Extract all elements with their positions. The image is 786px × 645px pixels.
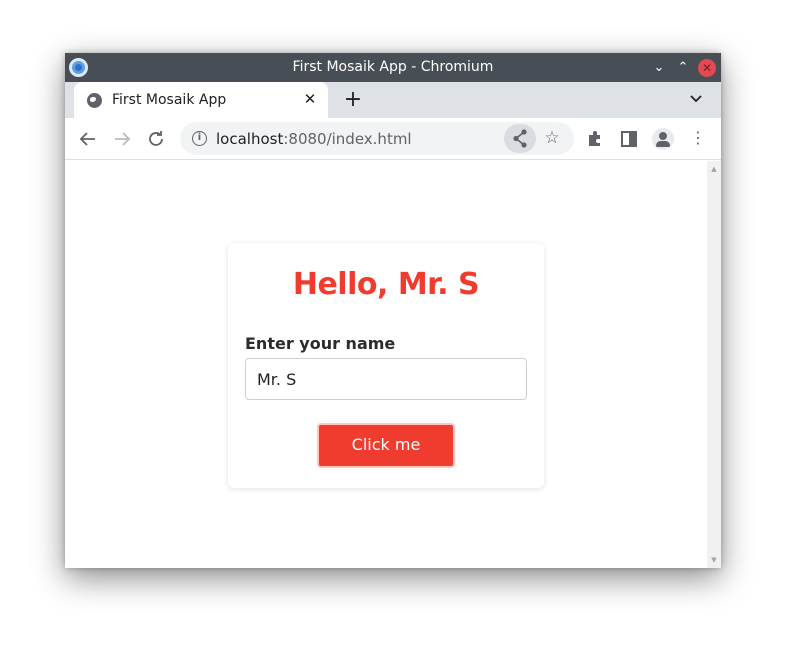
site-info-icon[interactable]: i	[192, 131, 207, 146]
share-icon	[513, 129, 527, 148]
globe-icon	[87, 93, 102, 108]
reload-button[interactable]	[144, 127, 168, 151]
forward-button[interactable]	[110, 127, 134, 151]
url-path: :8080/index.html	[283, 130, 412, 148]
tab-first-mosaik-app[interactable]: First Mosaik App ✕	[74, 82, 328, 118]
share-button[interactable]	[504, 124, 536, 153]
name-field-label: Enter your name	[245, 334, 396, 353]
greeting-heading: Hello, Mr. S	[292, 267, 480, 302]
page-viewport: Hello, Mr. S Enter your name Click me	[65, 161, 707, 568]
url-host: localhost	[216, 130, 284, 148]
vertical-scrollbar[interactable]: ▲ ▼	[707, 161, 721, 568]
address-bar[interactable]: i localhost:8080/index.html ☆	[180, 122, 574, 155]
minimize-button[interactable]: ⌄	[650, 59, 668, 77]
tab-label: First Mosaik App	[112, 92, 227, 108]
click-me-button[interactable]: Click me	[317, 423, 455, 468]
chevron-down-icon	[690, 95, 702, 103]
avatar-icon	[652, 128, 674, 150]
scroll-down-arrow-icon[interactable]: ▼	[707, 554, 721, 566]
browser-window: First Mosaik App - Chromium ⌄ ⌃ ✕ First …	[65, 53, 721, 568]
tab-close-button[interactable]: ✕	[300, 89, 320, 109]
window-title: First Mosaik App - Chromium	[292, 59, 494, 75]
back-button[interactable]	[76, 127, 100, 151]
profile-button[interactable]	[652, 128, 674, 150]
bookmark-star-button[interactable]: ☆	[542, 128, 562, 148]
browser-menu-button[interactable]: ⋮	[687, 128, 709, 150]
close-window-button[interactable]: ✕	[698, 59, 716, 77]
new-tab-button[interactable]: +	[341, 88, 365, 112]
arrow-left-icon	[79, 132, 95, 146]
side-panel-button[interactable]	[618, 128, 640, 150]
extensions-button[interactable]	[584, 128, 606, 150]
tab-strip: First Mosaik App ✕ +	[65, 82, 721, 118]
greeting-card: Hello, Mr. S Enter your name Click me	[228, 243, 544, 488]
tab-search-button[interactable]	[687, 92, 705, 110]
browser-toolbar: i localhost:8080/index.html ☆ ⋮	[65, 118, 721, 160]
title-bar: First Mosaik App - Chromium ⌄ ⌃ ✕	[65, 53, 721, 82]
side-panel-icon	[621, 131, 637, 147]
name-input[interactable]	[245, 358, 527, 400]
maximize-button[interactable]: ⌃	[674, 59, 692, 77]
arrow-right-icon	[115, 132, 131, 146]
puzzle-icon	[589, 131, 600, 146]
url-text[interactable]: localhost:8080/index.html	[216, 130, 412, 148]
scroll-up-arrow-icon[interactable]: ▲	[707, 163, 721, 175]
reload-icon	[149, 131, 163, 146]
